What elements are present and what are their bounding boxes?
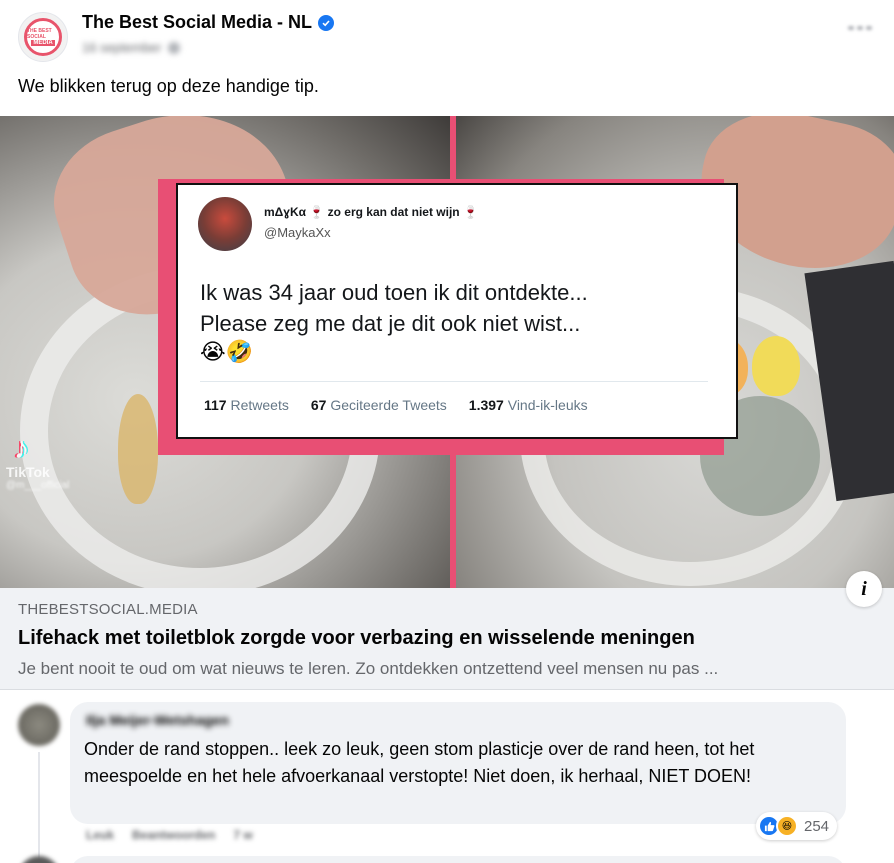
- tiktok-watermark: ♪ TikTok @m___official: [6, 432, 70, 492]
- post-date-link[interactable]: 16 september: [82, 40, 162, 55]
- comment-reactions[interactable]: 😆 254: [756, 812, 838, 840]
- tweet-author-handle: @MaykaXx: [264, 225, 331, 240]
- page-avatar[interactable]: THE BEST SOCIAL MEDIA: [18, 12, 68, 62]
- likes-count: 1.397: [468, 397, 504, 413]
- comment-actions: Leuk Beantwoorden 7 w: [86, 828, 253, 842]
- reaction-count: 254: [804, 817, 830, 835]
- toilet-block-under-rim: [118, 394, 158, 504]
- tiktok-label: TikTok: [6, 464, 50, 480]
- post-message: We blikken terug op deze handige tip.: [18, 76, 319, 96]
- tiktok-handle: @m___official: [6, 480, 70, 491]
- page-logo: THE BEST SOCIAL MEDIA: [24, 18, 62, 56]
- tweet-text: Ik was 34 jaar oud toen ik dit ontdekte.…: [200, 277, 588, 339]
- tiktok-logo-icon: ♪: [14, 432, 29, 465]
- next-commenter-avatar[interactable]: [18, 856, 60, 863]
- commenter-name-link[interactable]: Ilja Meijer-Wetshagen: [86, 712, 229, 728]
- link-title[interactable]: Lifehack met toiletblok zorgde voor verb…: [18, 627, 695, 650]
- tweet-author-name: mΔɣKα 🍷 zo erg kan dat niet wijn 🍷: [264, 205, 478, 219]
- commenter-avatar[interactable]: [18, 704, 60, 746]
- quotes-count: 67: [310, 397, 327, 413]
- link-domain: THEBESTSOCIAL.MEDIA: [18, 601, 198, 618]
- page-name-link[interactable]: The Best Social Media - NL: [82, 12, 312, 33]
- tweet-likes: 1.397 Vind-ik-leuks: [469, 397, 588, 413]
- info-icon[interactable]: i: [846, 571, 882, 607]
- comment-reply-button[interactable]: Beantwoorden: [132, 828, 215, 842]
- comment-text: Onder de rand stoppen.. leek zo leuk, ge…: [84, 739, 755, 786]
- post-header: THE BEST SOCIAL MEDIA The Best Social Me…: [0, 0, 894, 70]
- comment-thread-line: [38, 752, 40, 863]
- retweets-count: 117: [204, 397, 227, 413]
- likes-label: Vind-ik-leuks: [507, 397, 588, 413]
- comment-like-button[interactable]: Leuk: [86, 828, 114, 842]
- tweet-stats: 117 Retweets 67 Geciteerde Tweets 1.397 …: [204, 397, 588, 413]
- quotes-label: Geciteerde Tweets: [330, 397, 447, 413]
- logo-text-top: THE BEST SOCIAL: [27, 28, 52, 40]
- tweet-line-1: Ik was 34 jaar oud toen ik dit ontdekte.…: [200, 280, 588, 305]
- comment-bubble: Ilja Meijer-Wetshagen Onder de rand stop…: [70, 702, 846, 824]
- link-description: Je bent nooit te oud om wat nieuws te le…: [18, 659, 719, 678]
- tweet-card: mΔɣKα 🍷 zo erg kan dat niet wijn 🍷 @Mayk…: [176, 183, 738, 439]
- toilet-block-yellow: [752, 336, 800, 396]
- tweet-separator: [200, 381, 708, 382]
- tweet-line-2: Please zeg me dat je dit ook niet wist..…: [200, 311, 581, 336]
- next-comment-bubble: [70, 856, 846, 863]
- haha-reaction-icon: 😆: [776, 815, 798, 837]
- tweet-author-avatar: [198, 197, 252, 251]
- link-preview[interactable]: THEBESTSOCIAL.MEDIA Lifehack met toiletb…: [0, 588, 894, 690]
- logo-text-brand: MEDIA: [31, 40, 55, 46]
- page-name-row: The Best Social Media - NL: [82, 12, 335, 33]
- retweets-label: Retweets: [230, 397, 289, 413]
- tweet-retweets: 117 Retweets: [204, 397, 289, 413]
- tweet-emoji: 😭🤣: [200, 339, 254, 364]
- comment-time[interactable]: 7 w: [233, 828, 252, 842]
- more-options-icon[interactable]: [848, 26, 872, 30]
- verified-badge-icon: [318, 14, 335, 31]
- tweet-quotes: 67 Geciteerde Tweets: [311, 397, 447, 413]
- audience-globe-icon: [167, 41, 180, 54]
- post-meta: 16 september: [82, 40, 180, 55]
